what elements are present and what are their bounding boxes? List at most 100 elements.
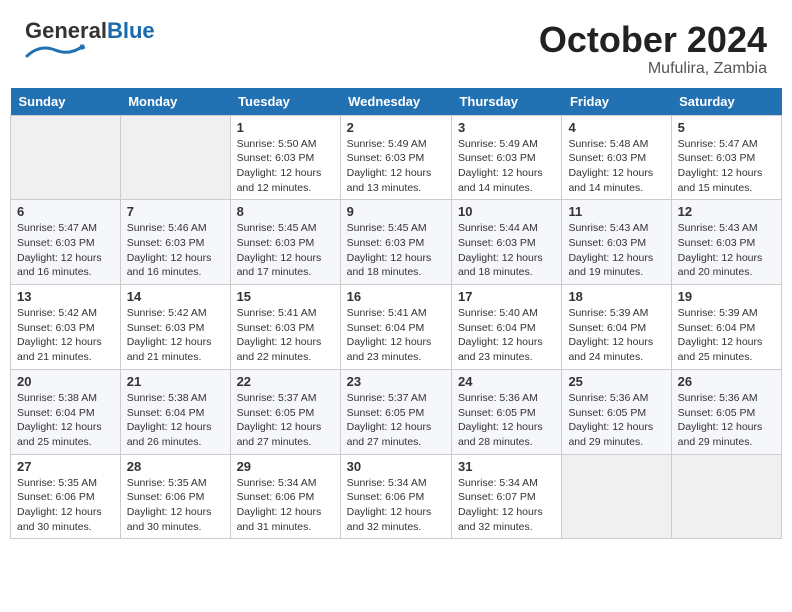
day-number: 22 (237, 374, 334, 389)
day-info: Sunrise: 5:37 AM Sunset: 6:05 PM Dayligh… (237, 391, 334, 450)
calendar-cell: 9 Sunrise: 5:45 AM Sunset: 6:03 PM Daylig… (340, 200, 451, 285)
col-header-sunday: Sunday (11, 88, 121, 116)
day-number: 3 (458, 120, 555, 135)
day-info: Sunrise: 5:49 AM Sunset: 6:03 PM Dayligh… (458, 137, 555, 196)
col-header-wednesday: Wednesday (340, 88, 451, 116)
day-number: 13 (17, 289, 114, 304)
day-info: Sunrise: 5:47 AM Sunset: 6:03 PM Dayligh… (678, 137, 775, 196)
day-info: Sunrise: 5:43 AM Sunset: 6:03 PM Dayligh… (568, 221, 664, 280)
calendar-cell (11, 115, 121, 200)
calendar-cell: 10 Sunrise: 5:44 AM Sunset: 6:03 PM Dayli… (451, 200, 561, 285)
calendar-cell: 7 Sunrise: 5:46 AM Sunset: 6:03 PM Daylig… (120, 200, 230, 285)
day-number: 18 (568, 289, 664, 304)
day-info: Sunrise: 5:34 AM Sunset: 6:06 PM Dayligh… (347, 476, 445, 535)
day-number: 30 (347, 459, 445, 474)
calendar-cell: 30 Sunrise: 5:34 AM Sunset: 6:06 PM Dayli… (340, 454, 451, 539)
day-info: Sunrise: 5:48 AM Sunset: 6:03 PM Dayligh… (568, 137, 664, 196)
day-number: 6 (17, 204, 114, 219)
calendar-week-2: 6 Sunrise: 5:47 AM Sunset: 6:03 PM Daylig… (11, 200, 782, 285)
calendar-cell: 17 Sunrise: 5:40 AM Sunset: 6:04 PM Dayli… (451, 285, 561, 370)
day-info: Sunrise: 5:36 AM Sunset: 6:05 PM Dayligh… (458, 391, 555, 450)
day-number: 26 (678, 374, 775, 389)
calendar-cell (671, 454, 781, 539)
day-info: Sunrise: 5:46 AM Sunset: 6:03 PM Dayligh… (127, 221, 224, 280)
day-number: 17 (458, 289, 555, 304)
logo-general: General (25, 18, 107, 43)
logo: GeneralBlue (25, 20, 155, 65)
calendar-cell: 1 Sunrise: 5:50 AM Sunset: 6:03 PM Daylig… (230, 115, 340, 200)
day-number: 10 (458, 204, 555, 219)
day-info: Sunrise: 5:42 AM Sunset: 6:03 PM Dayligh… (17, 306, 114, 365)
day-number: 23 (347, 374, 445, 389)
calendar-cell: 3 Sunrise: 5:49 AM Sunset: 6:03 PM Daylig… (451, 115, 561, 200)
day-info: Sunrise: 5:41 AM Sunset: 6:04 PM Dayligh… (347, 306, 445, 365)
day-number: 1 (237, 120, 334, 135)
day-info: Sunrise: 5:42 AM Sunset: 6:03 PM Dayligh… (127, 306, 224, 365)
calendar-table: SundayMondayTuesdayWednesdayThursdayFrid… (10, 88, 782, 540)
logo-text: GeneralBlue (25, 20, 155, 42)
calendar-cell: 12 Sunrise: 5:43 AM Sunset: 6:03 PM Dayli… (671, 200, 781, 285)
day-number: 29 (237, 459, 334, 474)
day-number: 9 (347, 204, 445, 219)
day-number: 19 (678, 289, 775, 304)
day-info: Sunrise: 5:35 AM Sunset: 6:06 PM Dayligh… (127, 476, 224, 535)
day-info: Sunrise: 5:35 AM Sunset: 6:06 PM Dayligh… (17, 476, 114, 535)
day-number: 12 (678, 204, 775, 219)
day-number: 14 (127, 289, 224, 304)
calendar-cell: 28 Sunrise: 5:35 AM Sunset: 6:06 PM Dayli… (120, 454, 230, 539)
calendar-cell: 29 Sunrise: 5:34 AM Sunset: 6:06 PM Dayli… (230, 454, 340, 539)
calendar-cell: 22 Sunrise: 5:37 AM Sunset: 6:05 PM Dayli… (230, 369, 340, 454)
day-number: 24 (458, 374, 555, 389)
day-info: Sunrise: 5:38 AM Sunset: 6:04 PM Dayligh… (17, 391, 114, 450)
calendar-cell: 13 Sunrise: 5:42 AM Sunset: 6:03 PM Dayli… (11, 285, 121, 370)
day-info: Sunrise: 5:36 AM Sunset: 6:05 PM Dayligh… (678, 391, 775, 450)
day-number: 31 (458, 459, 555, 474)
calendar-cell (562, 454, 671, 539)
calendar-cell: 4Sunrise: 5:48 AM Sunset: 6:03 PM Daylig… (562, 115, 671, 200)
day-number: 7 (127, 204, 224, 219)
calendar-cell: 26 Sunrise: 5:36 AM Sunset: 6:05 PM Dayli… (671, 369, 781, 454)
day-number: 11 (568, 204, 664, 219)
day-info: Sunrise: 5:47 AM Sunset: 6:03 PM Dayligh… (17, 221, 114, 280)
day-number: 5 (678, 120, 775, 135)
col-header-friday: Friday (562, 88, 671, 116)
day-info: Sunrise: 5:43 AM Sunset: 6:03 PM Dayligh… (678, 221, 775, 280)
col-header-tuesday: Tuesday (230, 88, 340, 116)
calendar-cell: 24 Sunrise: 5:36 AM Sunset: 6:05 PM Dayli… (451, 369, 561, 454)
location: Mufulira, Zambia (539, 60, 767, 78)
day-number: 2 (347, 120, 445, 135)
day-info: Sunrise: 5:39 AM Sunset: 6:04 PM Dayligh… (678, 306, 775, 365)
calendar-cell: 27Sunrise: 5:35 AM Sunset: 6:06 PM Dayli… (11, 454, 121, 539)
calendar-cell (120, 115, 230, 200)
day-number: 25 (568, 374, 664, 389)
col-header-thursday: Thursday (451, 88, 561, 116)
calendar-cell: 23 Sunrise: 5:37 AM Sunset: 6:05 PM Dayli… (340, 369, 451, 454)
logo-icon (25, 42, 85, 60)
day-info: Sunrise: 5:41 AM Sunset: 6:03 PM Dayligh… (237, 306, 334, 365)
calendar-cell: 21Sunrise: 5:38 AM Sunset: 6:04 PM Dayli… (120, 369, 230, 454)
calendar-cell: 19 Sunrise: 5:39 AM Sunset: 6:04 PM Dayli… (671, 285, 781, 370)
day-info: Sunrise: 5:45 AM Sunset: 6:03 PM Dayligh… (347, 221, 445, 280)
day-info: Sunrise: 5:49 AM Sunset: 6:03 PM Dayligh… (347, 137, 445, 196)
calendar-cell: 2 Sunrise: 5:49 AM Sunset: 6:03 PM Daylig… (340, 115, 451, 200)
calendar-week-1: 1 Sunrise: 5:50 AM Sunset: 6:03 PM Daylig… (11, 115, 782, 200)
day-number: 20 (17, 374, 114, 389)
calendar-cell: 11 Sunrise: 5:43 AM Sunset: 6:03 PM Dayli… (562, 200, 671, 285)
calendar-week-5: 27Sunrise: 5:35 AM Sunset: 6:06 PM Dayli… (11, 454, 782, 539)
day-number: 8 (237, 204, 334, 219)
day-info: Sunrise: 5:39 AM Sunset: 6:04 PM Dayligh… (568, 306, 664, 365)
day-info: Sunrise: 5:50 AM Sunset: 6:03 PM Dayligh… (237, 137, 334, 196)
calendar-cell: 15Sunrise: 5:41 AM Sunset: 6:03 PM Dayli… (230, 285, 340, 370)
day-info: Sunrise: 5:45 AM Sunset: 6:03 PM Dayligh… (237, 221, 334, 280)
day-info: Sunrise: 5:34 AM Sunset: 6:07 PM Dayligh… (458, 476, 555, 535)
calendar-cell: 31 Sunrise: 5:34 AM Sunset: 6:07 PM Dayli… (451, 454, 561, 539)
calendar-cell: 8 Sunrise: 5:45 AM Sunset: 6:03 PM Daylig… (230, 200, 340, 285)
day-number: 28 (127, 459, 224, 474)
day-info: Sunrise: 5:34 AM Sunset: 6:06 PM Dayligh… (237, 476, 334, 535)
day-info: Sunrise: 5:37 AM Sunset: 6:05 PM Dayligh… (347, 391, 445, 450)
calendar-cell: 16Sunrise: 5:41 AM Sunset: 6:04 PM Dayli… (340, 285, 451, 370)
calendar-cell: 25Sunrise: 5:36 AM Sunset: 6:05 PM Dayli… (562, 369, 671, 454)
page-header: GeneralBlue October 2024 Mufulira, Zambi… (10, 10, 782, 83)
day-info: Sunrise: 5:40 AM Sunset: 6:04 PM Dayligh… (458, 306, 555, 365)
day-info: Sunrise: 5:44 AM Sunset: 6:03 PM Dayligh… (458, 221, 555, 280)
